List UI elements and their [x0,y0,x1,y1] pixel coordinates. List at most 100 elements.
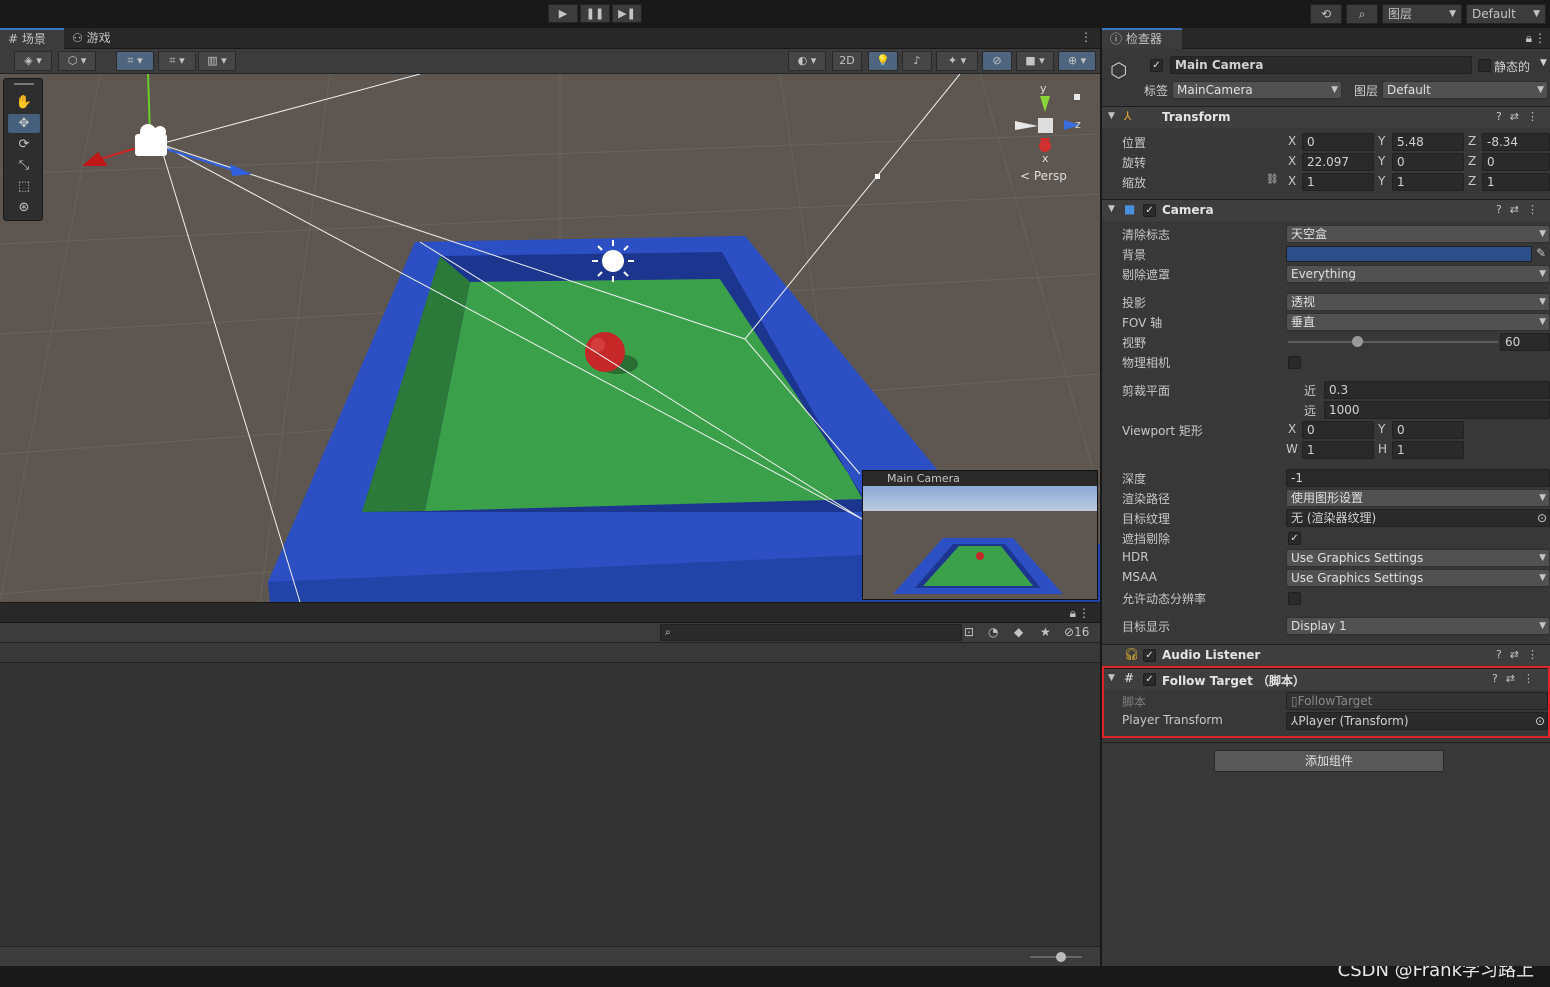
viewport-h-input[interactable]: 1 [1392,441,1464,459]
move-tool-icon[interactable]: ✥ [8,114,40,133]
component-menu-icons[interactable]: ?⇄⋮ [1496,203,1546,216]
viewport-x-input[interactable]: 0 [1302,421,1374,439]
history-icon[interactable]: ⟲ [1310,4,1342,24]
target-texture-field[interactable]: 无 (渲染器纹理) ⊙ [1286,509,1550,527]
viewport-w-input[interactable]: 1 [1302,441,1374,459]
filter-icon[interactable]: ⊡ [964,625,974,639]
lighting-icon[interactable]: 💡 [868,51,898,71]
dynamic-resolution-checkbox[interactable] [1288,592,1301,605]
layer-dropdown[interactable]: Default ▼ [1382,81,1548,99]
position-y-input[interactable]: 5.48 [1392,133,1464,151]
fov-slider-thumb[interactable] [1352,336,1364,347]
follow-target-header[interactable]: ▼ # ✓ Follow Target （脚本） ?⇄⋮ [1104,668,1548,690]
camera-header[interactable]: ▼ ■ ✓ Camera ?⇄⋮ [1102,199,1550,221]
play-button[interactable]: ▶ [548,4,578,23]
rotation-y-input[interactable]: 0 [1392,153,1464,171]
tab-game[interactable]: ⚇ 游戏 [64,28,128,49]
fov-slider-track[interactable] [1288,341,1498,343]
clear-flags-dropdown[interactable]: 天空盒 ▼ [1286,225,1550,243]
label-icon[interactable]: ◆ [1014,625,1023,639]
position-x-input[interactable]: 0 [1302,133,1374,151]
grid-snap-icon[interactable]: ⌗ ▾ [116,51,154,71]
object-picker-icon[interactable]: ⊙ [1535,713,1545,729]
scale-tool-icon[interactable]: ⤡ [8,156,40,175]
add-component-button[interactable]: 添加组件 [1214,750,1444,772]
rect-tool-icon[interactable]: ⬚ [8,177,40,196]
far-input[interactable]: 1000 [1324,401,1550,419]
fov-axis-dropdown[interactable]: 垂直 ▼ [1286,313,1550,331]
object-active-checkbox[interactable]: ✓ [1150,59,1163,72]
rendering-path-dropdown[interactable]: 使用图形设置 ▼ [1286,489,1550,507]
layers-dropdown[interactable]: 图层 ▼ [1382,4,1462,24]
physical-camera-checkbox[interactable] [1288,356,1301,369]
tag-dropdown[interactable]: MainCamera ▼ [1172,81,1342,99]
effects-icon[interactable]: ✦ ▾ [936,51,978,71]
foldout-icon[interactable]: ▼ [1108,204,1115,214]
hidden-count[interactable]: ⊘16 [1064,625,1089,639]
lock-icon[interactable]: 🔒︎ [1070,606,1076,621]
transform-tool-icon[interactable]: ⊛ [8,198,40,217]
player-transform-field[interactable]: ⅄Player (Transform) ⊙ [1286,712,1548,730]
object-picker-icon[interactable]: ⊙ [1537,510,1547,526]
camera-icon[interactable]: ■ ▾ [1016,51,1054,71]
rotate-tool-icon[interactable]: ⟳ [8,135,40,154]
eyedropper-icon[interactable]: ✎ [1536,246,1546,260]
scale-y-input[interactable]: 1 [1392,173,1464,191]
projection-dropdown[interactable]: 透视 ▼ [1286,293,1550,311]
tab-scene[interactable]: # 场景 [0,28,64,49]
static-dropdown-icon[interactable]: ▼ [1540,58,1547,68]
step-button[interactable]: ▶❚ [612,4,642,23]
background-color-swatch[interactable] [1286,246,1532,262]
shading-mode-icon[interactable]: ◐ ▾ [788,51,826,71]
gizmos-icon[interactable]: ⊕ ▾ [1058,51,1096,71]
rotation-z-input[interactable]: 0 [1482,153,1550,171]
camera-gizmo[interactable] [82,74,252,176]
tool-handle-icon[interactable]: ◈ ▾ [14,51,52,71]
more-icon[interactable]: ⋮ [1080,30,1092,44]
project-content[interactable] [0,663,1100,946]
orientation-gizmo[interactable] [1015,94,1080,152]
zoom-slider-thumb[interactable] [1056,952,1066,962]
viewport-y-input[interactable]: 0 [1392,421,1464,439]
persp-label[interactable]: < Persp [1020,169,1067,183]
fov-input[interactable]: 60 [1500,333,1550,351]
increment-snap-icon[interactable]: ▥ ▾ [198,51,236,71]
component-menu-icons[interactable]: ?⇄⋮ [1496,110,1546,123]
near-input[interactable]: 0.3 [1324,381,1550,399]
hand-tool-icon[interactable]: ✋ [8,93,40,112]
component-menu-icons[interactable]: ?⇄⋮ [1496,648,1546,661]
layout-dropdown[interactable]: Default ▼ [1466,4,1546,24]
toggle-2d-button[interactable]: 2D [832,51,862,71]
audio-listener-header[interactable]: 🎧︎ ✓ Audio Listener ?⇄⋮ [1102,644,1550,666]
grid-icon[interactable]: ⌗ ▾ [158,51,196,71]
search-input[interactable]: ⌕ [660,624,962,641]
position-z-input[interactable]: -8.34 [1482,133,1550,151]
culling-mask-dropdown[interactable]: Everything ▼ [1286,265,1550,283]
search-icon[interactable]: ⌕ [1346,4,1378,24]
foldout-icon[interactable]: ▼ [1108,673,1115,683]
target-display-dropdown[interactable]: Display 1 ▼ [1286,617,1550,635]
favorite-icon[interactable]: ★ [1040,625,1051,639]
occlusion-checkbox[interactable]: ✓ [1288,532,1301,545]
player-ball[interactable] [585,332,625,372]
scale-x-input[interactable]: 1 [1302,173,1374,191]
transform-header[interactable]: ▼ ⅄ Transform ?⇄⋮ [1102,106,1550,128]
type-filter-icon[interactable]: ◔ [988,625,998,639]
foldout-icon[interactable]: ▼ [1108,111,1115,121]
component-menu-icons[interactable]: ?⇄⋮ [1492,672,1542,685]
audio-icon[interactable]: ♪ [902,51,932,71]
tab-inspector[interactable]: ⓘ 检查器 [1102,28,1182,49]
hdr-dropdown[interactable]: Use Graphics Settings ▼ [1286,549,1550,567]
lock-icon[interactable]: 🔒︎ [1526,31,1532,46]
visibility-icon[interactable]: ⊘ [982,51,1012,71]
static-checkbox[interactable] [1478,59,1491,72]
depth-input[interactable]: -1 [1286,469,1550,487]
object-name-input[interactable]: Main Camera [1170,56,1472,74]
more-icon[interactable]: ⋮ [1534,31,1546,45]
link-icon[interactable]: ⛓ [1266,174,1279,185]
follow-target-enabled-checkbox[interactable]: ✓ [1143,673,1156,686]
more-icon[interactable]: ⋮ [1078,606,1090,620]
panel-grip[interactable] [14,83,34,85]
msaa-dropdown[interactable]: Use Graphics Settings ▼ [1286,569,1550,587]
scale-z-input[interactable]: 1 [1482,173,1550,191]
